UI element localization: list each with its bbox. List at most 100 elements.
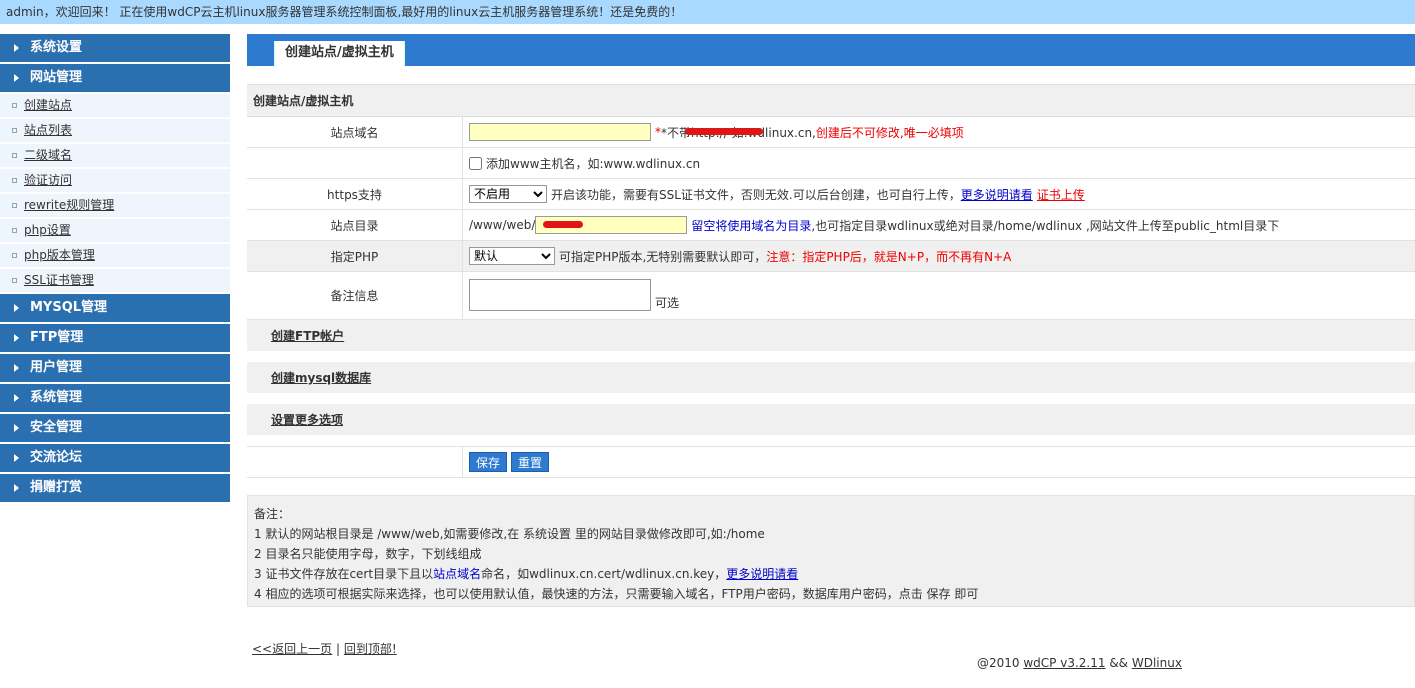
create-site-form: 创建站点/虚拟主机 站点域名 **不带http:// 如:wdlinux.cn,…	[247, 84, 1415, 478]
row-buttons: 保存 重置	[247, 446, 1415, 478]
create-site-link[interactable]: 创建站点	[24, 98, 72, 112]
more-options-section: 设置更多选项	[247, 404, 1415, 436]
dir-label: 站点目录	[247, 210, 463, 240]
sidebar-item-php-version: php版本管理	[0, 244, 230, 267]
notes-line-1: 1 默认的网站根目录是 /www/web,如需要修改,在 系统设置 里的网站目录…	[254, 527, 765, 541]
more-options-link[interactable]: 设置更多选项	[271, 413, 343, 427]
sidebar-item-php-settings: php设置	[0, 219, 230, 242]
subdomain-link[interactable]: 二级域名	[24, 148, 72, 162]
menu-ftp[interactable]: FTP管理	[0, 324, 230, 352]
caret-right-icon	[14, 394, 19, 402]
bullet-square-icon	[12, 128, 17, 133]
dir-hint: ,也可指定目录wdlinux或绝对目录/home/wdlinux ,网站文件上传…	[811, 218, 1280, 233]
caret-right-icon	[14, 304, 19, 312]
https-more-link[interactable]: 更多说明请看	[961, 186, 1033, 203]
create-ftp-link[interactable]: 创建FTP帐户	[271, 329, 344, 343]
caret-right-icon	[14, 424, 19, 432]
reset-button[interactable]: 重置	[511, 452, 550, 472]
brand-link[interactable]: WDlinux	[1132, 656, 1182, 670]
save-button[interactable]: 保存	[469, 452, 508, 472]
sidebar-item-site-list: 站点列表	[0, 119, 230, 142]
bullet-square-icon	[12, 278, 17, 283]
row-remark: 备注信息 可选	[247, 272, 1415, 320]
sidebar-item-create-site: 创建站点	[0, 94, 230, 117]
bottom-links: <<返回上一页 | 回到顶部!	[252, 642, 397, 656]
notes-title: 备注：	[254, 507, 291, 521]
auth-access-link[interactable]: 验证访问	[24, 173, 72, 187]
caret-right-icon	[14, 484, 19, 492]
sidebar-item-ssl: SSL证书管理	[0, 269, 230, 292]
rewrite-link[interactable]: rewrite规则管理	[24, 198, 114, 212]
footer: @2010 wdCP v3.2.11 && WDlinux	[977, 656, 1182, 670]
https-label: https支持	[247, 179, 463, 209]
caret-right-icon	[14, 74, 19, 82]
bullet-square-icon	[12, 178, 17, 183]
section-title: 创建站点/虚拟主机	[247, 85, 1415, 117]
menu-site-management[interactable]: 网站管理	[0, 64, 230, 92]
row-dir: 站点目录 /www/web/ 留空将使用域名为目录 ,也可指定目录wdlinux或…	[247, 210, 1415, 241]
caret-right-icon	[14, 334, 19, 342]
main-header: 创建站点/虚拟主机	[247, 34, 1415, 66]
menu-system-management[interactable]: 系统管理	[0, 384, 230, 412]
bullet-square-icon	[12, 153, 17, 158]
row-domain: 站点域名 **不带http:// 如:wdlinux.cn,创建后不可修改,唯一…	[247, 117, 1415, 148]
sidebar-item-auth-access: 验证访问	[0, 169, 230, 192]
bullet-square-icon	[12, 228, 17, 233]
mysql-section: 创建mysql数据库	[247, 362, 1415, 394]
ssl-link[interactable]: SSL证书管理	[24, 273, 94, 287]
https-select[interactable]: 不启用	[469, 185, 547, 203]
back-link[interactable]: <<返回上一页	[252, 642, 332, 656]
notes-line-3: 3 证书文件存放在cert目录下且以站点域名命名，如wdlinux.cn.cer…	[254, 567, 799, 581]
domain-label: 站点域名	[247, 117, 463, 147]
caret-right-icon	[14, 44, 19, 52]
tab-create-site[interactable]: 创建站点/虚拟主机	[274, 41, 405, 66]
caret-right-icon	[14, 454, 19, 462]
version-link[interactable]: wdCP v3.2.11	[1023, 656, 1105, 670]
row-https: https支持 不启用 开启该功能，需要有SSL证书文件，否则无效.可以后台创建…	[247, 179, 1415, 210]
menu-security[interactable]: 安全管理	[0, 414, 230, 442]
domain-input[interactable]	[469, 123, 651, 141]
add-www-label: 添加www主机名，如:www.wdlinux.cn	[486, 156, 701, 171]
php-version-link[interactable]: php版本管理	[24, 248, 95, 262]
redaction-mark	[543, 221, 583, 228]
php-hint: 可指定PHP版本,无特别需要默认即可，	[559, 249, 767, 264]
site-list-link[interactable]: 站点列表	[24, 123, 72, 137]
php-label: 指定PHP	[247, 241, 463, 271]
dir-hint-blue: 留空将使用域名为目录	[691, 218, 812, 233]
https-hint: 开启该功能，需要有SSL证书文件，否则无效.可以后台创建，也可自行上传，	[551, 187, 961, 202]
menu-forum[interactable]: 交流论坛	[0, 444, 230, 472]
main-panel: 创建站点/虚拟主机 创建站点/虚拟主机 站点域名 **不带http:// 如:w…	[247, 34, 1415, 607]
menu-user[interactable]: 用户管理	[0, 354, 230, 382]
php-select[interactable]: 默认	[469, 247, 555, 265]
redaction-mark	[685, 128, 763, 135]
row-www: 添加www主机名，如:www.wdlinux.cn	[247, 148, 1415, 179]
notes-panel: 备注： 1 默认的网站根目录是 /www/web,如需要修改,在 系统设置 里的…	[247, 495, 1415, 607]
notes-line-2: 2 目录名只能使用字母，数字，下划线组成	[254, 547, 482, 561]
create-mysql-link[interactable]: 创建mysql数据库	[271, 371, 371, 385]
caret-right-icon	[14, 364, 19, 372]
menu-system-settings[interactable]: 系统设置	[0, 34, 230, 62]
bullet-square-icon	[12, 203, 17, 208]
php-settings-link[interactable]: php设置	[24, 223, 71, 237]
dir-prefix: /www/web/	[469, 218, 536, 232]
add-www-checkbox[interactable]	[469, 156, 482, 170]
back-to-top-link[interactable]: 回到顶部!	[344, 642, 397, 656]
remark-optional: 可选	[655, 296, 680, 310]
notes-line-4: 4 相应的选项可根据实际来选择，也可以使用默认值，最快速的方法，只需要输入域名，…	[254, 587, 979, 601]
remark-textarea[interactable]	[469, 279, 651, 311]
menu-mysql[interactable]: MYSQL管理	[0, 294, 230, 322]
ftp-section: 创建FTP帐户	[247, 320, 1415, 352]
row-php: 指定PHP 默认 可指定PHP版本,无特别需要默认即可， 注意：指定PHP后，就是…	[247, 241, 1415, 272]
menu-donate[interactable]: 捐赠打赏	[0, 474, 230, 502]
bullet-square-icon	[12, 253, 17, 258]
cert-upload-link[interactable]: 证书上传	[1037, 186, 1085, 203]
notes-more-link[interactable]: 更多说明请看	[726, 567, 798, 581]
domain-hint-red: 创建后不可修改,唯一必填项	[815, 125, 964, 140]
bullet-square-icon	[12, 103, 17, 108]
sidebar-item-rewrite: rewrite规则管理	[0, 194, 230, 217]
sidebar: 系统设置 网站管理 创建站点 站点列表 二级域名 验证访问 rewrite规则管…	[0, 34, 230, 504]
sidebar-item-subdomain: 二级域名	[0, 144, 230, 167]
welcome-bar: admin，欢迎回来！ 正在使用wdCP云主机linux服务器管理系统控制面板,…	[0, 0, 1415, 24]
remark-label: 备注信息	[247, 272, 463, 319]
php-hint-red: 注意：指定PHP后，就是N+P，而不再有N+A	[766, 249, 1012, 264]
